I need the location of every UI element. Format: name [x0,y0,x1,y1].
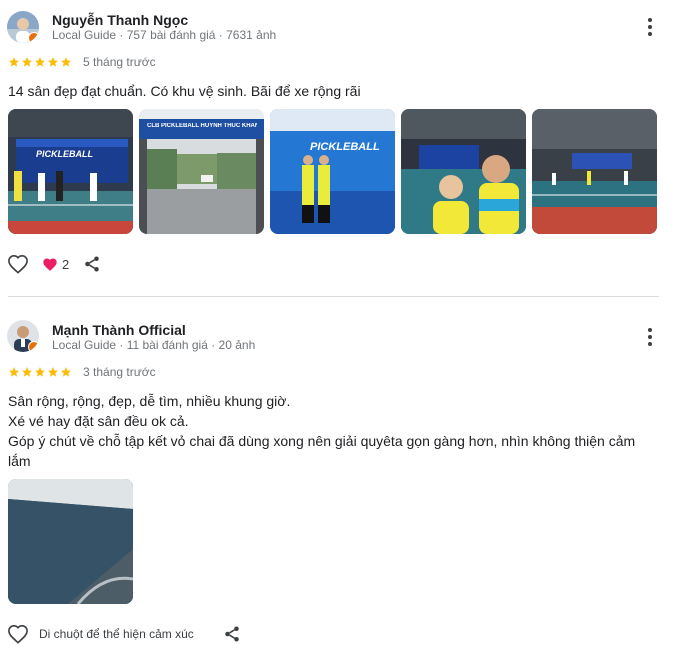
star-icon [22,367,32,377]
selfie-photo[interactable] [401,109,526,234]
star-icon [61,367,71,377]
reaction-hint: Di chuột để thể hiện cảm xúc [39,627,194,641]
reviewer-meta[interactable]: Local Guide · 11 bài đánh giá · 20 ảnh [52,338,255,352]
review-text-line: Sân rộng, rộng, đẹp, dễ tìm, nhiều khung… [8,393,291,409]
reviewer-avatar[interactable] [7,11,39,43]
share-icon [225,626,239,642]
dot-icon [648,328,652,332]
review-text: Sân rộng, rộng, đẹp, dễ tìm, nhiều khung… [8,391,635,471]
review-time: 3 tháng trước [83,365,156,379]
more-options-button[interactable] [641,325,659,349]
more-options-button[interactable] [641,15,659,39]
star-icon [48,367,58,377]
review-text-line: 14 sân đẹp đạt chuẩn. Có khu vệ sinh. Bã… [8,83,361,99]
banner-text: PICKLEBALL [36,149,93,159]
pickleball-court-banner-photo[interactable]: PICKLEBALL [8,109,133,234]
banner-text: CLB PICKLEBALL HUỲNH THÚC KHÁNG [147,123,257,129]
star-icon [9,367,19,377]
dot-icon [648,18,652,22]
dot-icon [648,335,652,339]
reaction-count[interactable]: 2 [42,257,69,272]
like-count: 2 [62,256,70,272]
court-floor-photo[interactable] [8,479,133,604]
reviewer-name[interactable]: Mạnh Thành Official [52,322,186,338]
review-divider [8,296,659,297]
review-actions: 2 [7,254,101,274]
review-text: 14 sân đẹp đạt chuẩn. Có khu vệ sinh. Bã… [8,81,361,101]
star-rating [8,56,72,68]
review-text-line: Góp ý chút về chỗ tập kết vỏ chai đã dùn… [8,433,636,449]
indoor-court-photo[interactable] [532,109,657,234]
review-actions: Di chuột để thể hiện cảm xúc [7,624,241,644]
star-icon [61,57,71,67]
tournament-banner-photo[interactable]: PICKLEBALL [270,109,395,234]
star-rating [8,366,72,378]
review-photos: PICKLEBALL CLB PICKLEBALL HUỲNH THÚC KHÁ… [8,109,657,234]
star-icon [22,57,32,67]
share-icon [85,256,99,272]
heart-outline-icon [8,254,28,274]
reviewer-avatar[interactable] [7,320,39,352]
star-icon [35,367,45,377]
club-gate-photo[interactable]: CLB PICKLEBALL HUỲNH THÚC KHÁNG [139,109,264,234]
dot-icon [648,32,652,36]
review-text-line: Xé vé hay đặt sân đều ok cả. [8,413,189,429]
star-icon [35,57,45,67]
reviewer-meta[interactable]: Local Guide · 757 bài đánh giá · 7631 ản… [52,28,276,42]
review-card: Nguyễn Thanh Ngọc Local Guide · 757 bài … [0,0,699,296]
reviewer-name[interactable]: Nguyễn Thanh Ngọc [52,12,188,28]
local-guide-badge-icon [28,341,39,352]
star-icon [48,57,58,67]
share-button[interactable] [83,255,101,273]
like-button[interactable] [7,254,29,274]
dot-icon [648,342,652,346]
review-card: Mạnh Thành Official Local Guide · 11 bài… [0,310,699,651]
heart-filled-icon [43,258,57,271]
dot-icon [648,25,652,29]
star-icon [9,57,19,67]
review-text-line: lắm [8,453,31,469]
banner-text: PICKLEBALL [310,141,380,153]
heart-outline-icon [8,624,28,644]
like-button[interactable]: Di chuột để thể hiện cảm xúc [7,624,194,644]
share-button[interactable] [223,625,241,643]
review-time: 5 tháng trước [83,55,156,69]
local-guide-badge-icon [28,32,39,43]
